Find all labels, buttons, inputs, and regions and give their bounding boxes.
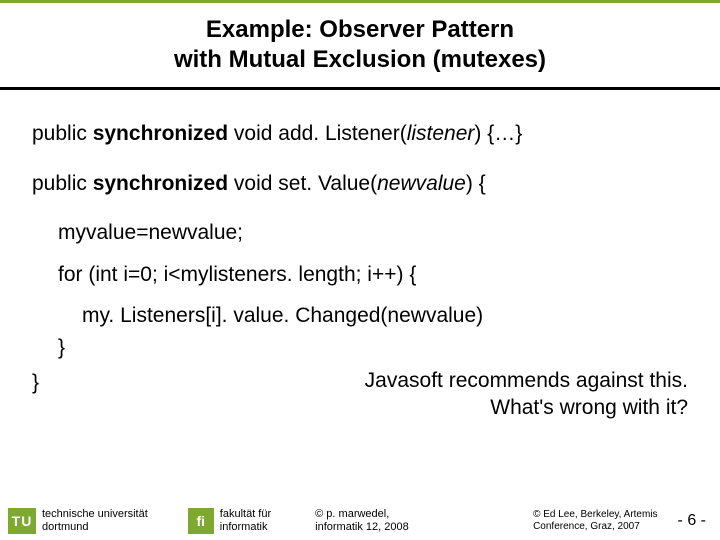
code-line-4: for (int i=0; i<mylisteners. length; i++… xyxy=(32,259,688,291)
keyword-synchronized: synchronized xyxy=(93,172,228,195)
code-arg: listener xyxy=(407,122,475,145)
code-text: public xyxy=(32,122,93,145)
code-text: ) {…} xyxy=(474,122,522,145)
slide-title: Example: Observer Pattern with Mutual Ex… xyxy=(0,3,720,85)
tu-logo-mark: TU xyxy=(8,508,36,534)
tu-logo-text: technische universität dortmund xyxy=(42,508,148,533)
code-line-5: my. Listeners[i]. value. Changed(newvalu… xyxy=(32,300,688,332)
fi-logo-text: fakultät für informatik xyxy=(220,508,271,533)
slide-footer: TU technische universität dortmund fi fa… xyxy=(0,508,720,534)
commentary-line-2: What's wrong with it? xyxy=(39,394,688,421)
commentary-line-1: Javasoft recommends against this. xyxy=(39,367,688,394)
code-line-2: public synchronized void set. Value(newv… xyxy=(32,168,688,200)
center-credit: © p. marwedel, informatik 12, 2008 xyxy=(285,508,519,534)
fi-logo-mark: fi xyxy=(188,508,214,534)
right-credit: © Ed Lee, Berkeley, Artemis Conference, … xyxy=(533,509,657,532)
title-line-1: Example: Observer Pattern xyxy=(20,15,700,45)
page-number: - 6 - xyxy=(672,512,712,530)
title-line-2: with Mutual Exclusion (mutexes) xyxy=(20,45,700,75)
slide-body: public synchronized void add. Listener(l… xyxy=(0,90,720,422)
code-arg: newvalue xyxy=(377,172,466,195)
keyword-synchronized: synchronized xyxy=(93,122,228,145)
fi-line-2: informatik xyxy=(220,521,271,534)
fi-logo: fi fakultät für informatik xyxy=(188,508,271,534)
credit-line-1: © p. marwedel, xyxy=(315,508,519,521)
closing-row: } Javasoft recommends against this. What… xyxy=(32,367,688,422)
fi-line-1: fakultät für xyxy=(220,508,271,521)
code-line-7: } xyxy=(32,367,39,399)
code-line-1: public synchronized void add. Listener(l… xyxy=(32,118,688,150)
commentary-block: Javasoft recommends against this. What's… xyxy=(39,367,688,422)
credit-right-1: © Ed Lee, Berkeley, Artemis xyxy=(533,509,657,521)
tu-logo: TU technische universität dortmund xyxy=(8,508,148,534)
code-line-6: } xyxy=(32,332,688,364)
credit-line-2: informatik 12, 2008 xyxy=(315,521,519,534)
credit-right-2: Conference, Graz, 2007 xyxy=(533,521,657,533)
code-text: void set. Value( xyxy=(228,172,377,195)
code-line-3: myvalue=newvalue; xyxy=(32,217,688,249)
tu-line-1: technische universität xyxy=(42,508,148,521)
code-text: void add. Listener( xyxy=(228,122,407,145)
code-text: public xyxy=(32,172,93,195)
code-text: ) { xyxy=(466,172,486,195)
tu-line-2: dortmund xyxy=(42,521,148,534)
